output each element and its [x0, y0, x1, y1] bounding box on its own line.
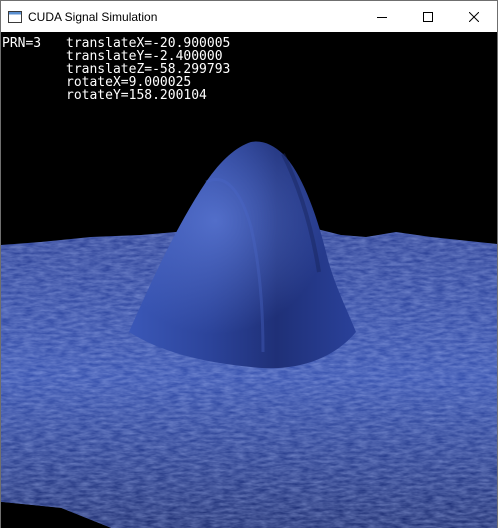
app-window-icon [8, 10, 22, 23]
prn-label: PRN=3 [2, 36, 42, 51]
camera-readout: PRN=3 translateX=-20.900005 translateY=-2… [2, 37, 230, 102]
maximize-icon [423, 11, 433, 22]
app-window: CUDA Signal Simulation PRN=3 translateX=… [0, 0, 498, 528]
minimize-button[interactable] [359, 1, 405, 32]
render-viewport[interactable]: PRN=3 translateX=-20.900005 translateY=-2… [1, 32, 497, 528]
title-bar[interactable]: CUDA Signal Simulation [1, 1, 497, 32]
window-title: CUDA Signal Simulation [28, 9, 158, 24]
window-controls [359, 1, 497, 32]
maximize-button[interactable] [405, 1, 451, 32]
close-icon [469, 11, 479, 22]
minimize-icon [377, 16, 387, 18]
close-button[interactable] [451, 1, 497, 32]
signal-surface-render [1, 141, 497, 528]
rotate-y-readout: rotateY=158.200104 [66, 88, 207, 103]
